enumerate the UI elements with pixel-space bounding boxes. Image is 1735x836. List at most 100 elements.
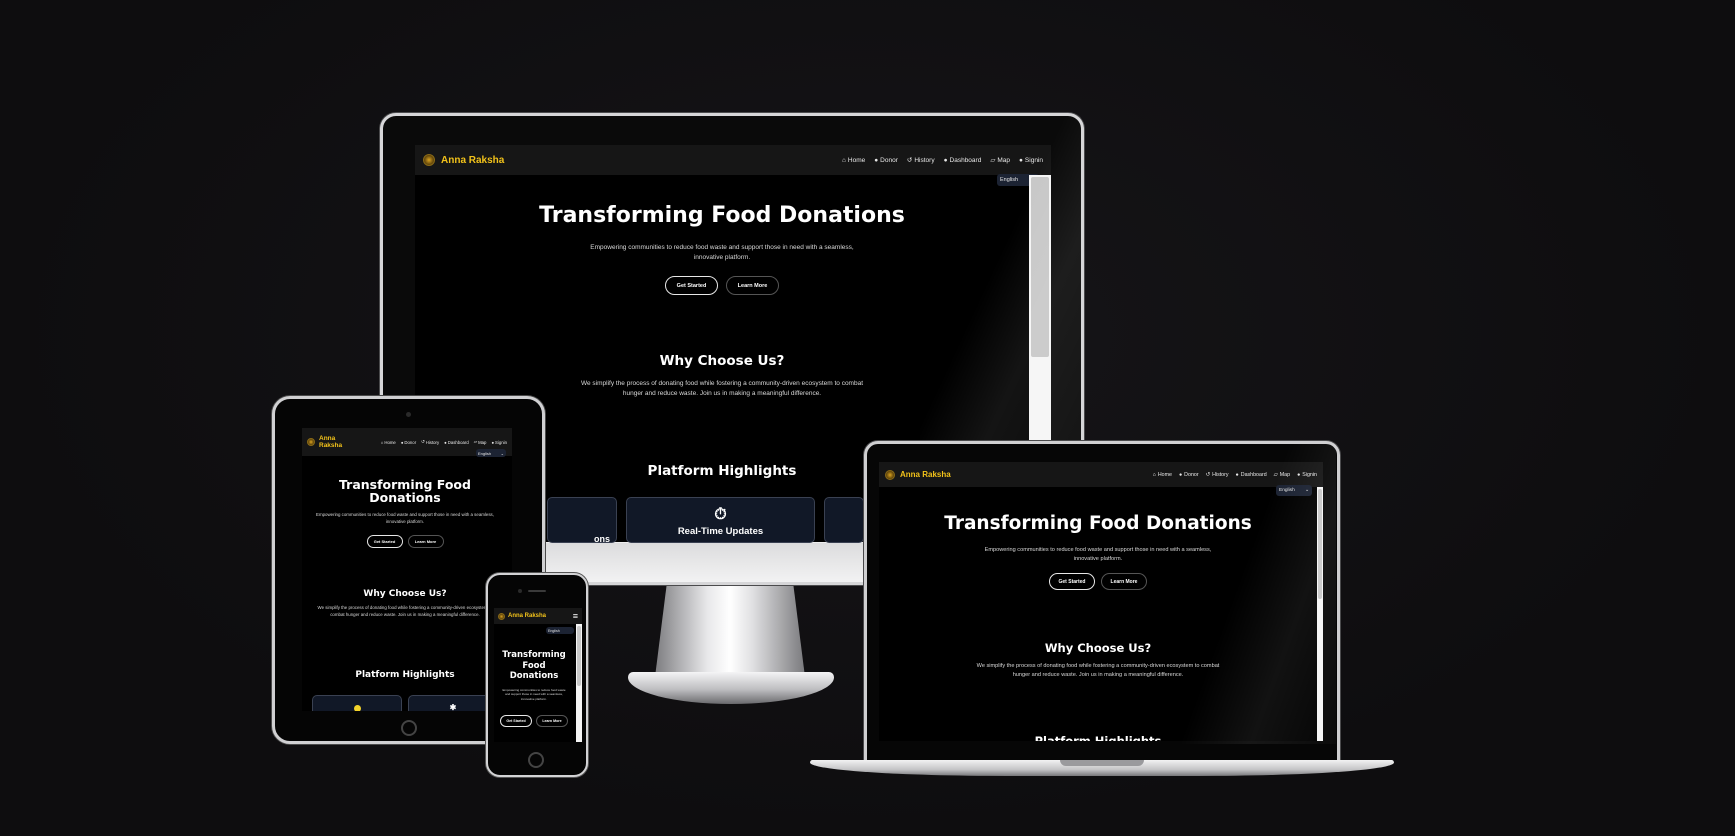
home-icon: ⌂ (841, 156, 846, 164)
user-icon: ● (400, 439, 404, 445)
learn-more-button[interactable]: Learn More (1101, 573, 1147, 590)
map-icon: ▱ (990, 157, 996, 164)
nav-history[interactable]: ↺ History (906, 156, 935, 165)
logo-icon (885, 469, 895, 480)
get-started-button[interactable]: Get Started (366, 535, 403, 548)
monitor-base (628, 672, 834, 704)
nav-links: ⌂ Home ● Donor ↺ History ● Dashboard ▱ Map ● S… (1153, 472, 1317, 478)
get-started-button[interactable]: Get Started (500, 715, 532, 727)
learn-more-button[interactable]: Learn More (536, 715, 568, 727)
brand[interactable]: Anna Raksha (498, 612, 546, 620)
dashboard-icon: ● (943, 156, 948, 164)
truck-icon: ✱ (449, 703, 457, 712)
get-started-button[interactable]: Get Started (665, 276, 718, 295)
navbar: Anna Raksha ⌂ Home ● Donor ↺ History ● Dashb… (415, 145, 1051, 175)
nav-history[interactable]: ↺ History (421, 439, 439, 445)
brand-name: Anna Raksha (441, 154, 505, 166)
hero-subtitle: Empowering communities to reduce food wa… (316, 512, 494, 524)
home-icon: ⌂ (1152, 471, 1156, 478)
tablet-screen: Anna Raksha ⌂ Home ● Donor ↺ History ● Dashbo… (302, 428, 512, 711)
hero-subtitle: Empowering communities to reduce food wa… (984, 547, 1212, 562)
user-icon: ● (1178, 471, 1183, 478)
language-select[interactable]: English⌄ (476, 449, 506, 457)
phone-screen: Anna Raksha ≡ English Transforming Food Do… (494, 608, 582, 742)
scrollbar-thumb[interactable] (1318, 489, 1322, 599)
history-icon: ↺ (1205, 471, 1211, 478)
phone-camera (518, 589, 522, 593)
scrollbar[interactable] (1317, 487, 1323, 741)
hero-buttons: Get Started Learn More (302, 535, 508, 548)
nav-map[interactable]: ▱ Map (990, 156, 1010, 165)
map-icon: ▱ (1273, 471, 1278, 478)
tablet-camera (406, 412, 411, 417)
scrollbar-thumb[interactable] (577, 626, 581, 686)
dashboard-icon: ● (444, 439, 447, 445)
brand[interactable]: Anna Raksha (423, 154, 504, 166)
highlight-card-left: ons (547, 497, 617, 543)
nav-donor[interactable]: ● Donor (1179, 472, 1199, 478)
nav-dashboard[interactable]: ● Dashboard (1236, 472, 1267, 478)
why-text: We simplify the process of donating food… (317, 605, 493, 617)
nav-map[interactable]: ▱ Map (1274, 472, 1290, 478)
hero-buttons: Get Started Learn More (415, 276, 1029, 295)
nav-dashboard[interactable]: ● Dashboard (944, 157, 982, 164)
nav-home[interactable]: ⌂ Home (1153, 472, 1172, 478)
language-select[interactable]: English⌄ (1276, 485, 1312, 496)
nav-signin[interactable]: ● Signin (1297, 472, 1317, 478)
brand[interactable]: Anna Raksha (307, 435, 342, 450)
history-icon: ↺ (421, 439, 425, 444)
navbar: Anna Raksha ≡ (494, 608, 582, 624)
stopwatch-icon: ⏱ (714, 506, 727, 523)
phone-home-button[interactable] (528, 752, 544, 768)
learn-more-button[interactable]: Learn More (407, 535, 444, 548)
hero-title: Transforming Food Donations (502, 650, 566, 681)
highlights-title: Platform Highlights (355, 670, 455, 680)
card-title: Real-Time Updates (677, 526, 764, 537)
learn-more-button[interactable]: Learn More (726, 276, 779, 295)
scrollbar[interactable] (576, 624, 582, 742)
map-icon: ▱ (473, 439, 478, 444)
scrollbar-thumb[interactable] (1031, 177, 1049, 357)
why-title: Why Choose Us? (1044, 641, 1152, 655)
hero-buttons: Get Started Learn More (494, 715, 574, 727)
nav-signin[interactable]: ● Signin (1019, 157, 1043, 164)
highlight-dot-icon (353, 705, 361, 711)
chevron-down-icon: ⌄ (500, 450, 504, 456)
language-select[interactable]: English (546, 627, 574, 634)
tablet-home-button[interactable] (401, 720, 417, 736)
mockup-stage: Anna Raksha ⌂ Home ● Donor ↺ History ● Dashb… (0, 0, 1735, 836)
logo-icon (498, 612, 505, 620)
highlight-card-right (824, 497, 864, 543)
hero-subtitle: Empowering communities to reduce food wa… (590, 244, 854, 261)
nav-home[interactable]: ⌂ Home (381, 440, 396, 445)
history-icon: ↺ (906, 157, 913, 164)
highlight-card-center: ⏱ Real-Time Updates (626, 497, 815, 543)
laptop-screen: Anna Raksha ⌂ Home ● Donor ↺ History ● Dashb… (879, 462, 1323, 741)
brand[interactable]: Anna Raksha (885, 469, 951, 480)
navbar: Anna Raksha ⌂ Home ● Donor ↺ History ● Dashb… (879, 462, 1323, 487)
hero-title: Transforming Food Donations (339, 477, 471, 505)
why-text: We simplify the process of donating food… (976, 663, 1220, 678)
hero-title: Transforming Food Donations (944, 513, 1252, 534)
user-icon: ● (874, 156, 879, 164)
nav-map[interactable]: ▱ Map (474, 439, 487, 445)
nav-home[interactable]: ⌂ Home (842, 157, 865, 164)
get-started-button[interactable]: Get Started (1049, 573, 1095, 590)
laptop-notch (1060, 760, 1144, 766)
dashboard-icon: ● (1235, 471, 1239, 478)
highlight-card-1 (312, 695, 402, 711)
logo-icon (307, 438, 315, 446)
hero-title: Transforming Food Donations (539, 203, 905, 228)
why-title: Why Choose Us? (659, 353, 785, 369)
why-text: We simplify the process of donating food… (580, 380, 864, 397)
why-title: Why Choose Us? (363, 589, 447, 599)
nav-donor[interactable]: ● Donor (401, 440, 416, 445)
logo-icon (423, 154, 435, 166)
nav-donor[interactable]: ● Donor (874, 157, 898, 164)
hamburger-menu-icon[interactable]: ≡ (573, 611, 578, 621)
nav-dashboard[interactable]: ● Dashboard (444, 440, 469, 445)
monitor-stand (655, 582, 805, 677)
nav-signin[interactable]: ● Signin (491, 440, 507, 445)
nav-history[interactable]: ↺ History (1206, 472, 1229, 478)
signin-icon: ● (491, 439, 495, 445)
